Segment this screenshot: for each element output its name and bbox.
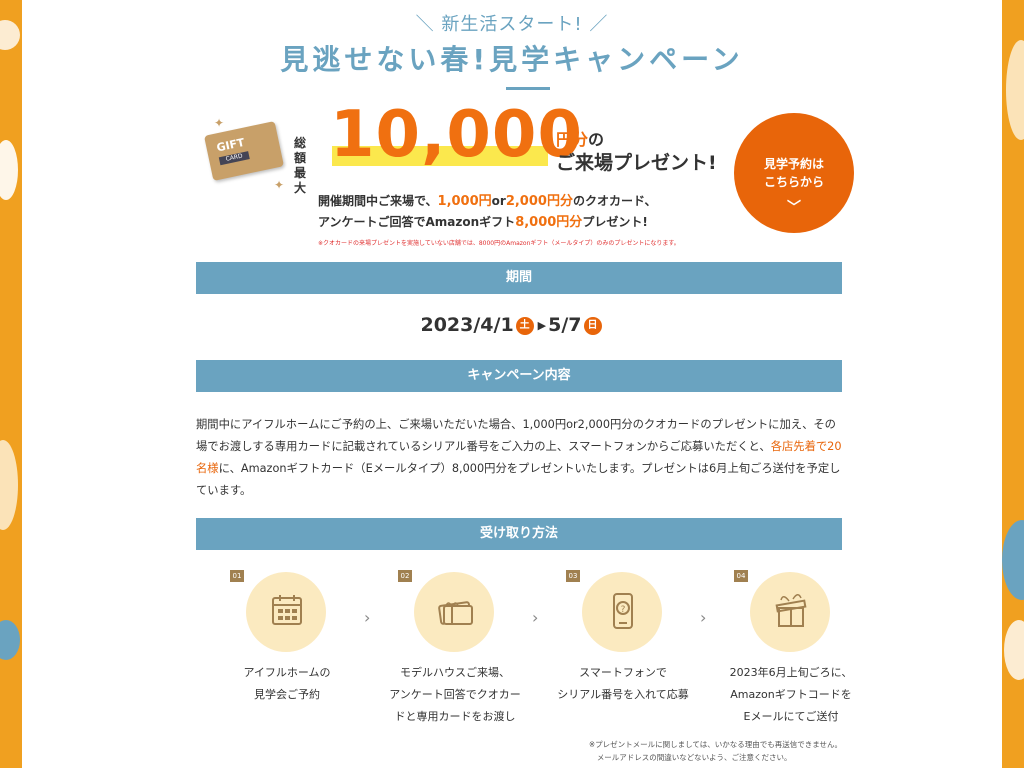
total-max-label: 総額最大 <box>294 136 307 195</box>
step-number: 04 <box>734 570 748 582</box>
step-label: アイフルホームの 見学会ご予約 <box>243 666 331 701</box>
step-number: 02 <box>398 570 412 582</box>
period-heading: 期間 <box>196 262 842 294</box>
left-decoration <box>0 0 22 768</box>
gift-card-image: GIFT CARD <box>204 121 284 181</box>
chevron-down-icon: ﹀ <box>787 200 801 216</box>
chevron-right-icon: › <box>532 608 539 627</box>
chevron-right-icon: › <box>700 608 707 627</box>
visit-reservation-button[interactable]: 見学予約は こちらから ﹀ <box>734 113 854 233</box>
sparkle-icon: ✦ <box>214 116 225 130</box>
cta-label-line2: こちらから <box>763 175 824 189</box>
campaign-page: ＼ 新生活スタート! ／ 見逃せない春!見学キャンペーン GIFT CARD ✦… <box>22 0 1002 768</box>
offer-amount: 10,000 <box>330 98 583 172</box>
kicker-text: ＼ 新生活スタート! ／ <box>415 14 609 35</box>
step-number: 03 <box>566 570 580 582</box>
receive-method-heading: 受け取り方法 <box>196 518 842 550</box>
right-decoration <box>1002 0 1024 768</box>
step-label: 2023年6月上旬ごろに、 Amazonギフトコードを Eメールにてご送付 <box>729 666 853 723</box>
sparkle-icon: ✦ <box>274 178 285 192</box>
calendar-icon <box>272 595 302 625</box>
campaign-dates: 2023/4/1 土 ▶ 5/7 日 <box>22 314 1002 336</box>
footnote: ※プレゼントメールに関しましては、いかなる理由でも再送信できません。 メールアド… <box>588 740 842 762</box>
offer-detail-line2: アンケートご回答でAmazonギフト8,000円分プレゼント! <box>318 215 648 230</box>
chevron-right-icon: › <box>364 608 371 627</box>
page-title: 見逃せない春!見学キャンペーン <box>280 43 744 76</box>
offer-note: ※クオカードの来場プレゼントを実施していない店舗では、8000円のAmazonギ… <box>318 240 680 247</box>
present-box-icon <box>775 594 807 627</box>
svg-text:?: ? <box>621 605 626 615</box>
yen-unit: 円分の <box>556 130 605 149</box>
title-underline <box>506 87 550 90</box>
gift-card-icon <box>438 601 473 625</box>
campaign-content-heading: キャンペーン内容 <box>196 360 842 392</box>
offer-detail-line1: 開催期間中ご来場で、1,000円or2,000円分のクオカード、 <box>318 194 657 209</box>
present-text: ご来場プレゼント! <box>556 152 717 174</box>
campaign-description: 期間中にアイフルホームにご予約の上、ご来場いただいた場合、1,000円or2,0… <box>196 418 842 497</box>
step-label: モデルハウスご来場、 アンケート回答でクオカー ドと専用カードをお渡し <box>389 666 521 723</box>
step-label: スマートフォンで シリアル番号を入れて応募 <box>557 666 689 701</box>
receive-steps: 01 アイフルホームの 見学会ご予約 › 02 モデルハウスご来場、 アンケート… <box>212 570 852 723</box>
step-number: 01 <box>230 570 244 582</box>
cta-label-line1: 見学予約は <box>763 157 824 171</box>
smartphone-icon: ? <box>613 593 633 629</box>
